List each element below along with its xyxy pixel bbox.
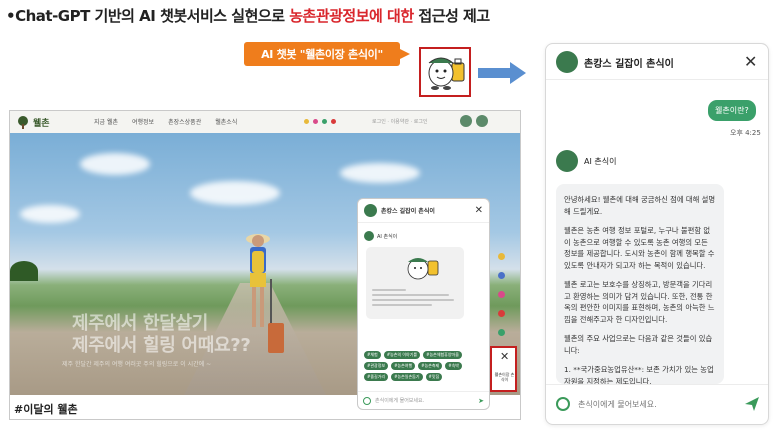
quick-menu-dot[interactable] <box>498 253 505 260</box>
close-icon: ✕ <box>500 350 510 363</box>
heading-suffix: 접근성 제고 <box>413 7 490 25</box>
hashtag-chip[interactable]: #농촌축제 <box>418 362 443 370</box>
embedded-chat-input[interactable]: 촌식이에게 물어보세요. ➤ <box>358 391 489 409</box>
search-icon[interactable] <box>460 115 472 127</box>
cloud <box>340 163 420 183</box>
hero-headline-2: 제주에서 힐링 어때요?? <box>72 335 251 356</box>
close-icon[interactable]: ✕ <box>475 205 483 216</box>
tree-logo-icon <box>18 116 28 129</box>
bot-avatar <box>556 150 578 172</box>
hashtag-chips: #체험 #농촌의 이야기를 #농촌체험휴양마을 #관광정보 #농촌여행 #농촌축… <box>364 351 486 381</box>
social-dot[interactable] <box>322 119 327 124</box>
chatbot-toggle-label: 웰촌이장 촌식이 <box>494 372 515 382</box>
quick-menu-dot[interactable] <box>498 272 505 279</box>
arrow-right-icon <box>478 62 526 84</box>
embedded-bot-text <box>372 289 458 309</box>
send-icon[interactable]: ➤ <box>478 397 484 405</box>
send-icon[interactable] <box>744 396 760 412</box>
chat-input-bar[interactable]: 촌식이에게 물어보세요. <box>546 384 768 424</box>
mascot-avatar <box>364 204 377 217</box>
user-message-bubble: 웰촌이란? <box>708 100 756 121</box>
cloud <box>190 181 280 205</box>
traveler-illustration <box>246 234 284 353</box>
mascot-icon <box>407 258 439 280</box>
mascot-illustration <box>419 47 471 97</box>
hashtag-chip[interactable]: #농촌의 이야기를 <box>383 351 421 359</box>
site-nav-menu: 지금 웰촌 여행정보 촌장스상품관 웰촌소식 <box>94 117 237 126</box>
site-logo[interactable]: 웰촌 <box>16 115 50 129</box>
nav-login-links[interactable]: 로그인 · 이용약관 · 로그인 <box>372 118 428 125</box>
monthly-section-title: #이달의 웰촌 <box>14 403 78 416</box>
bot-message-paragraph: 안녕하세요! 웰촌에 대해 궁금하신 점에 대해 설명해 드릴게요. <box>564 195 716 216</box>
chat-bubble-icon <box>363 396 371 405</box>
site-logo-text: 웰촌 <box>33 118 50 129</box>
mascot-icon <box>428 57 465 90</box>
embedded-input-placeholder: 촌식이에게 물어보세요. <box>375 398 425 404</box>
social-dot[interactable] <box>304 119 309 124</box>
nav-item-news[interactable]: 웰촌소식 <box>215 117 237 126</box>
cloud <box>20 205 80 223</box>
nav-item-shop[interactable]: 촌장스상품관 <box>168 117 201 126</box>
hashtag-chip[interactable]: #체험 <box>364 351 381 359</box>
hashtag-chip[interactable]: #농촌체험휴양마을 <box>423 351 462 359</box>
bot-message-paragraph: 웰촌은 농촌 여행 정보 포털로, 누구나 불편함 없이 농촌으로 여행할 수 … <box>564 226 715 270</box>
tree <box>10 261 38 281</box>
message-timestamp: 오후 4:25 <box>730 129 761 137</box>
bot-avatar <box>364 231 374 241</box>
site-nav-bar: 웰촌 지금 웰촌 여행정보 촌장스상품관 웰촌소식 로그인 · 이용약관 · 로… <box>10 111 520 133</box>
embedded-bot-bubble <box>366 247 464 319</box>
quick-menu-dot[interactable] <box>498 329 505 336</box>
hashtag-chip[interactable]: #농촌여행 <box>391 362 416 370</box>
quick-menu-dot[interactable] <box>498 310 505 317</box>
chatbot-callout: AI 챗봇 "웰촌이장 촌식이" <box>244 42 410 66</box>
hashtag-chip[interactable]: #농촌일손돕기 <box>391 373 423 381</box>
nav-icon-group <box>460 115 488 127</box>
quick-menu-dot[interactable] <box>498 291 505 298</box>
hashtag-chip[interactable]: #관광정보 <box>364 362 389 370</box>
hero-subtext: 제주 한달간 제주의 여행 여러곳 주의 힐링으로 이 시간에 ~ <box>62 361 212 368</box>
embedded-chat-header: 촌캉스 길잡이 촌식이 ✕ <box>358 199 489 223</box>
chat-panel: 촌캉스 길잡이 촌식이 ✕ 웰촌이란? 오후 4:25 AI 촌식이 안녕하세요… <box>545 43 769 425</box>
chat-title: 촌캉스 길잡이 촌식이 <box>584 59 674 70</box>
nav-item-travel[interactable]: 여행정보 <box>132 117 154 126</box>
chat-header: 촌캉스 길잡이 촌식이 ✕ <box>546 44 768 80</box>
nav-item-now[interactable]: 지금 웰촌 <box>94 117 118 126</box>
chat-input-placeholder: 촌식이에게 물어보세요. <box>578 400 657 409</box>
menu-icon[interactable] <box>476 115 488 127</box>
bot-label: AI 촌식이 <box>556 150 616 172</box>
chatbot-toggle-button[interactable]: ✕ 웰촌이장 촌식이 <box>490 346 517 392</box>
bot-message-paragraph: 웰촌의 주요 사업으로는 다음과 같은 것들이 있습니다: <box>564 334 713 355</box>
mascot-avatar <box>556 51 578 73</box>
bot-message-paragraph: 1. **국가중요농업유산**: 보존 가치가 있는 농업 자원을 지정하는 제… <box>564 365 714 384</box>
hashtag-chip[interactable]: #즐길거리 <box>364 373 389 381</box>
embedded-chat-window: 촌캉스 길잡이 촌식이 ✕ AI 촌식이 #체험 #농촌의 이야기를 #농촌체험… <box>357 198 490 410</box>
embedded-chat-title: 촌캉스 길잡이 촌식이 <box>381 208 435 215</box>
nav-social-dots <box>304 119 336 124</box>
bot-name: AI 촌식이 <box>584 156 617 166</box>
bot-message-paragraph: 웰촌 로고는 보호수를 상징하고, 방문객을 기다리고 환영하는 의미가 담겨 … <box>564 280 715 324</box>
chat-bubble-icon <box>556 397 570 411</box>
hashtag-chip[interactable]: #맛집 <box>425 373 443 381</box>
page-heading: •Chat-GPT 기반의 AI 챗봇서비스 실현으로 농촌관광정보에 대한 접… <box>6 5 490 26</box>
floating-quick-menu <box>498 253 505 336</box>
heading-prefix: •Chat-GPT 기반의 AI 챗봇서비스 실현으로 <box>6 7 290 25</box>
embedded-bot-label: AI 촌식이 <box>364 231 397 241</box>
heading-highlight: 농촌관광정보에 대한 <box>289 7 414 25</box>
close-icon[interactable]: ✕ <box>744 52 757 71</box>
social-dot[interactable] <box>313 119 318 124</box>
cloud <box>80 153 150 175</box>
social-dot[interactable] <box>331 119 336 124</box>
hashtag-chip[interactable]: #숙박 <box>445 362 462 370</box>
bot-message-bubble: 안녕하세요! 웰촌에 대해 궁금하신 점에 대해 설명해 드릴게요. 웰촌은 농… <box>556 184 724 384</box>
embedded-bot-name: AI 촌식이 <box>377 233 398 240</box>
